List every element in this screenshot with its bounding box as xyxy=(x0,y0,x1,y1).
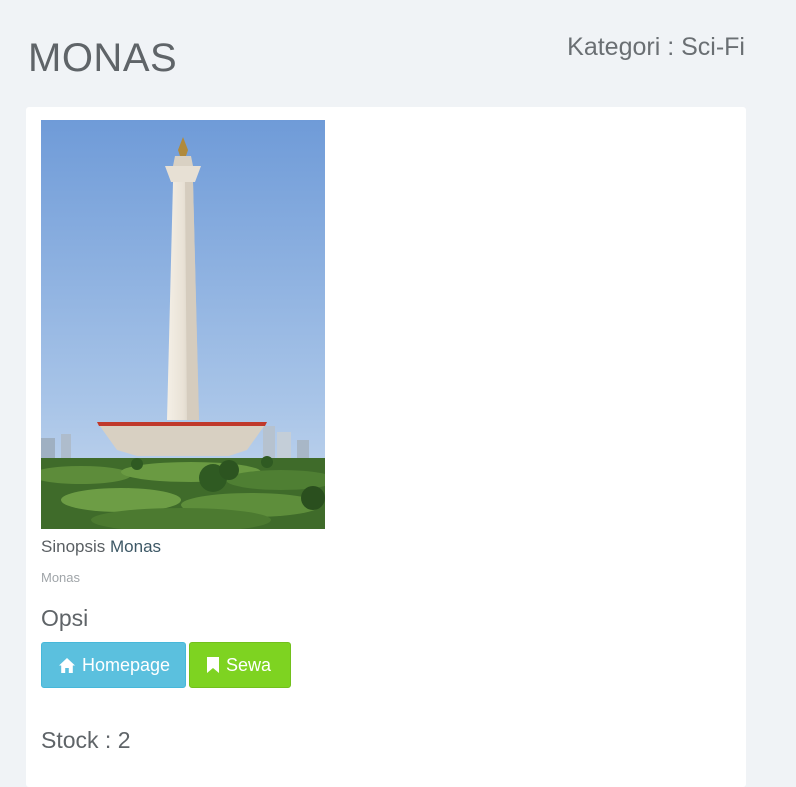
category-label: Kategori : Sci-Fi xyxy=(567,33,745,61)
rent-button-label: Sewa xyxy=(226,654,272,675)
home-icon xyxy=(58,657,76,674)
synopsis-heading: Sinopsis Monas xyxy=(41,537,161,557)
poster-image xyxy=(41,120,325,529)
movie-card: Sinopsis Monas Monas Opsi Homepage Sewa … xyxy=(26,107,746,787)
stock-count: Stock : 2 xyxy=(41,727,131,753)
synopsis-text: Monas xyxy=(41,570,81,585)
homepage-button[interactable]: Homepage xyxy=(41,642,186,688)
synopsis-title: Monas xyxy=(110,537,162,556)
rent-button[interactable]: Sewa xyxy=(189,642,291,688)
options-heading: Opsi xyxy=(41,605,89,631)
page-title: MONAS xyxy=(28,36,178,80)
bookmark-icon xyxy=(206,656,220,674)
synopsis-label: Sinopsis xyxy=(41,537,106,556)
homepage-button-label: Homepage xyxy=(82,654,171,675)
